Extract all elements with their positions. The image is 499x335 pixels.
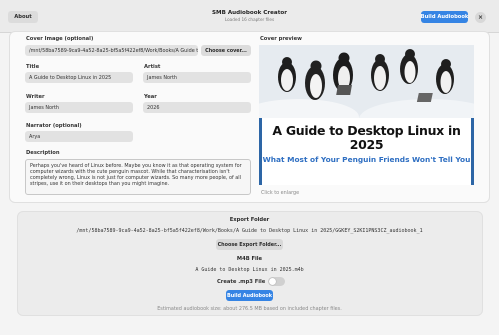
year-label: Year	[144, 94, 157, 100]
cover-preview-image[interactable]: A Guide to Desktop Linux in 2025 What Mo…	[259, 45, 474, 185]
create-mp3-toggle[interactable]	[268, 277, 285, 286]
build-audiobook-button[interactable]: Build Audiobook	[226, 290, 273, 301]
cover-book-subtitle: What Most of Your Penguin Friends Won't …	[262, 155, 471, 164]
choose-export-folder-button[interactable]: Choose Export Folder...	[216, 239, 283, 250]
writer-field[interactable]: James North	[25, 102, 133, 113]
description-label: Description	[26, 150, 60, 156]
penguin-photo	[259, 45, 474, 118]
m4b-file-label: M4B File	[236, 256, 263, 262]
app-subtitle: Loaded 16 chapter files	[224, 17, 275, 22]
writer-label: Writer	[26, 94, 45, 100]
description-field[interactable]: Perhaps you've heard of Linux before. Ma…	[25, 159, 251, 195]
penguins-illustration	[259, 45, 474, 118]
cover-text-panel: A Guide to Desktop Linux in 2025 What Mo…	[262, 118, 471, 185]
title-block: SMB Audiobook Creator Loaded 16 chapter …	[150, 10, 349, 22]
cover-image-label: Cover Image (optional)	[26, 36, 94, 42]
choose-cover-button[interactable]: Choose cover...	[201, 45, 251, 56]
estimated-size-text: Estimated audiobook size: about 276.5 MB…	[157, 306, 342, 312]
main-window: About SMB Audiobook Creator Loaded 16 ch…	[0, 0, 499, 335]
app-title: SMB Audiobook Creator	[212, 10, 287, 16]
m4b-file-name: A Guide to Desktop Linux in 2025.m4b	[195, 267, 304, 273]
cover-image-field[interactable]: /mnt/58ba7589-9ca9-4a52-8a25-bf5a5f422ef…	[25, 45, 198, 56]
export-folder-path: /mnt/58ba7589-9ca9-4a52-8a25-bf5a5f422ef…	[76, 228, 423, 234]
title-label: Title	[26, 64, 40, 70]
artist-label: Artist	[144, 64, 161, 70]
title-field[interactable]: A Guide to Desktop Linux in 2025	[25, 72, 133, 83]
toggle-knob	[269, 278, 276, 285]
narrator-label: Narrator (optional)	[26, 123, 82, 129]
click-to-enlarge-hint: Click to enlarge	[261, 190, 300, 196]
year-field[interactable]: 2026	[143, 102, 251, 113]
artist-field[interactable]: James North	[143, 72, 251, 83]
narrator-field[interactable]: Arya	[25, 131, 133, 142]
export-folder-label: Export Folder	[229, 217, 270, 223]
create-mp3-label: Create .mp3 File	[217, 279, 266, 285]
cover-preview-label: Cover preview	[260, 36, 302, 42]
cover-book-title: A Guide to Desktop Linux in 2025	[272, 123, 461, 152]
about-button[interactable]: About	[8, 11, 38, 23]
build-audiobook-header-button[interactable]: Build Audiobook	[421, 11, 468, 23]
close-icon[interactable]: ×	[475, 12, 486, 23]
header-bar: About SMB Audiobook Creator Loaded 16 ch…	[0, 0, 499, 33]
